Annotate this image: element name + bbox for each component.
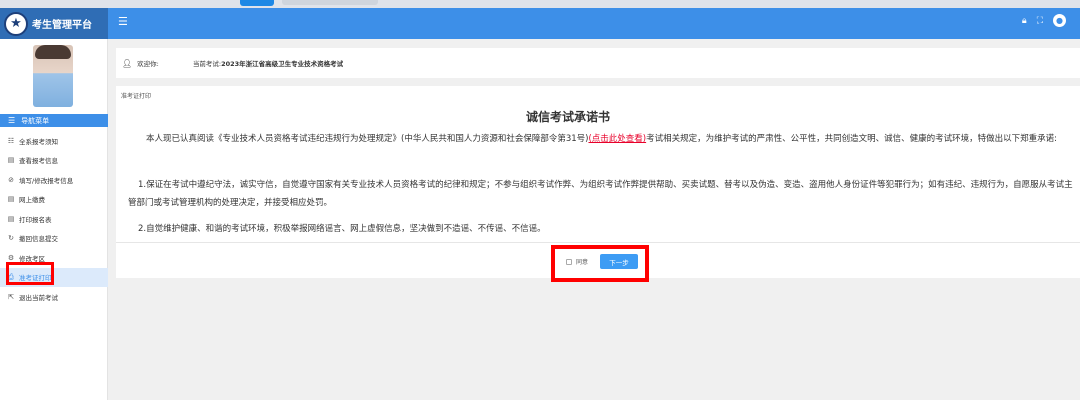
welcome-label: 欢迎你: bbox=[137, 60, 159, 68]
top-bar: ★ 考生管理平台 ☰ 🔒︎ ⛶ ● bbox=[0, 8, 1080, 39]
highlight-box bbox=[551, 245, 649, 282]
sidebar-item-print-form[interactable]: ▤ 打印报名表 bbox=[0, 209, 108, 229]
page-title: 诚信考试承诺书 bbox=[525, 110, 610, 124]
sidebar-item-label: 填写/修改报考信息 bbox=[19, 176, 74, 185]
brand: ★ 考生管理平台 bbox=[0, 8, 108, 39]
avatar bbox=[33, 45, 73, 107]
sidebar-item-exit-exam[interactable]: ⇱ 退出当前考试 bbox=[0, 287, 108, 307]
user-icon[interactable]: ● bbox=[1053, 14, 1066, 27]
breadcrumb: 准考证打印 bbox=[121, 93, 152, 100]
sidebar-item-view-info[interactable]: ▤ 查看报考信息 bbox=[0, 151, 108, 171]
edit-icon: ⊘ bbox=[8, 175, 14, 184]
view-regulation-link[interactable]: (点击此处查看) bbox=[588, 134, 646, 144]
pledge-text: 本人现已认真阅读《专业技术人员资格考试违纪违规行为处理规定》(中华人民共和国人力… bbox=[146, 134, 589, 144]
fullscreen-icon[interactable]: ⛶ bbox=[1037, 16, 1043, 27]
pledge-paragraph-3: 2.自觉维护健康、和谐的考试环境，积极举报网络谣言、网上虚假信息，坚决做到不造谣… bbox=[138, 224, 546, 234]
sidebar-item-label: 退出当前考试 bbox=[19, 293, 58, 302]
sidebar-item-label: 查看报考信息 bbox=[19, 157, 58, 166]
browser-tab[interactable] bbox=[282, 0, 378, 5]
sidebar-item-withdraw[interactable]: ↻ 撤回信息提交 bbox=[0, 229, 108, 249]
nav-header: ☰ 导航菜单 bbox=[0, 114, 108, 127]
pledge-text: 考试相关规定，为维护考试的严肃性、公平性，共同创造文明、诚信、健康的考试环境，特… bbox=[646, 134, 1057, 144]
sidebar-item-edit-info[interactable]: ⊘ 填写/修改报考信息 bbox=[0, 170, 108, 190]
document-icon: ▤ bbox=[7, 214, 15, 223]
sidebar-item-label: 网上缴费 bbox=[19, 196, 45, 205]
document-icon: ▤ bbox=[7, 156, 15, 165]
lock-icon[interactable]: 🔒︎ bbox=[1022, 16, 1027, 27]
sidebar-item-label: 撤回信息提交 bbox=[19, 235, 58, 244]
browser-tab-active[interactable] bbox=[240, 0, 274, 6]
app-title: 考生管理平台 bbox=[32, 20, 92, 31]
sidebar-item-label: 打印报名表 bbox=[19, 215, 52, 224]
browser-tab-strip bbox=[0, 0, 1080, 8]
sidebar-item-payment[interactable]: ▤ 网上缴费 bbox=[0, 190, 108, 210]
current-exam-label: 当前考试: bbox=[192, 60, 222, 68]
sidebar-item-label: 全系报考须知 bbox=[19, 137, 58, 146]
top-icons: 🔒︎ ⛶ ● bbox=[1022, 14, 1066, 27]
pledge-paragraph-2: 1.保证在考试中遵纪守法，诚实守信，自觉遵守国家有关专业技术人员资格考试的纪律和… bbox=[128, 180, 1073, 208]
hamburger-icon: ☰ bbox=[8, 116, 16, 125]
document-icon: ▤ bbox=[7, 195, 15, 204]
highlight-box bbox=[6, 262, 54, 285]
logo-icon: ★ bbox=[4, 11, 28, 36]
user-icon: 👤︎ bbox=[122, 58, 133, 68]
welcome-bar: 👤︎ 欢迎你: 当前考试: 2023年浙江省高级卫生专业技术资格考试 bbox=[116, 48, 1080, 78]
sidebar-item-exam-notice[interactable]: ☷ 全系报考须知 bbox=[0, 131, 108, 151]
undo-icon: ↻ bbox=[8, 234, 14, 243]
list-icon: ☷ bbox=[7, 136, 15, 145]
divider bbox=[116, 242, 1080, 243]
pledge-paragraph-1: 本人现已认真阅读《专业技术人员资格考试违纪违规行为处理规定》(中华人民共和国人力… bbox=[128, 130, 1080, 148]
logout-icon: ⇱ bbox=[8, 292, 14, 301]
nav-title: 导航菜单 bbox=[21, 116, 50, 125]
settings-icon: ⚙ bbox=[7, 253, 15, 262]
sidebar: ☰ 导航菜单 ☷ 全系报考须知 ▤ 查看报考信息 ⊘ 填写/修改报考信息 ▤ 网上缴费 … bbox=[0, 39, 108, 400]
current-exam: 2023年浙江省高级卫生专业技术资格考试 bbox=[221, 60, 344, 68]
hamburger-icon[interactable]: ☰ bbox=[118, 15, 128, 28]
